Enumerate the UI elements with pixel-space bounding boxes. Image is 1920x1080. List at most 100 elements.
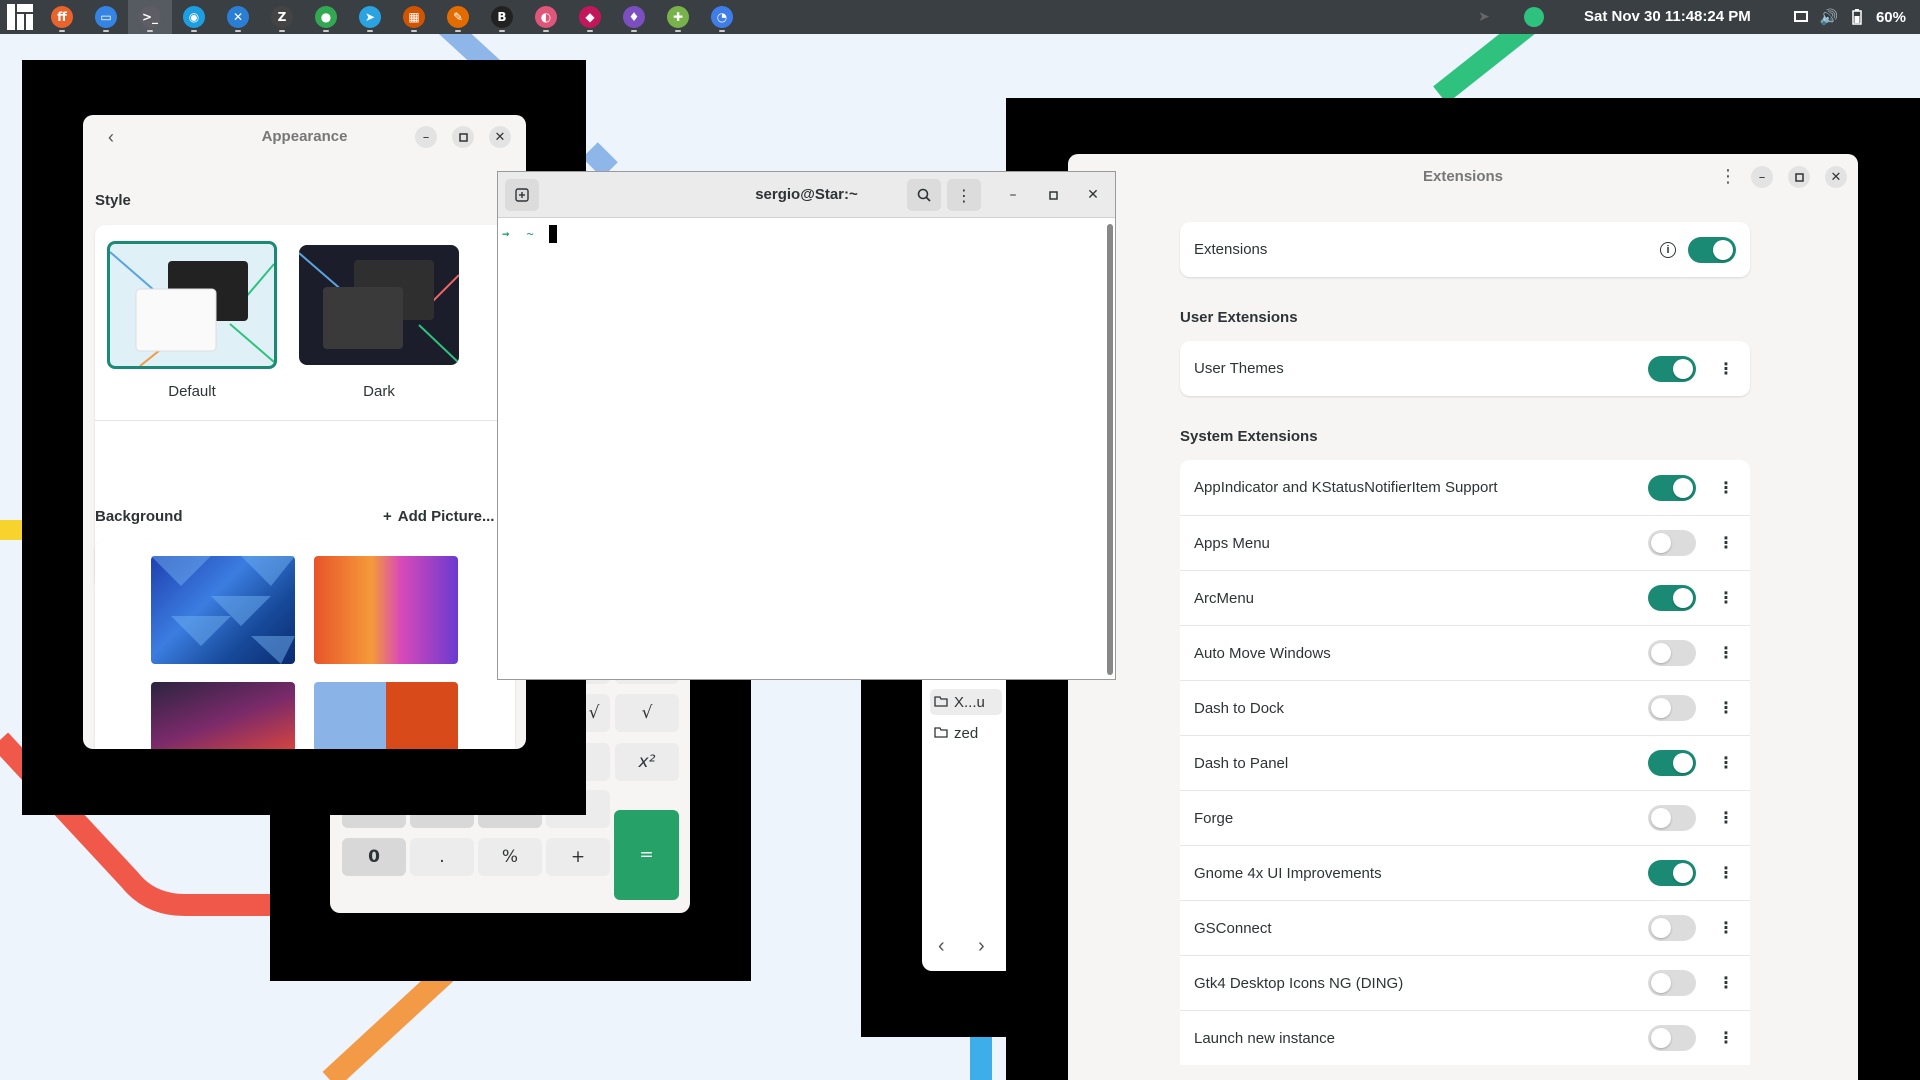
firefox-icon-glyph: ff [51, 6, 73, 28]
background-thumb-gradient[interactable] [314, 556, 458, 664]
extension-toggle[interactable] [1648, 860, 1696, 886]
system-extensions-label: System Extensions [1180, 428, 1318, 445]
send-icon[interactable]: ➤ [1478, 8, 1490, 25]
extension-row: Auto Move Windows ⋮ [1180, 625, 1750, 680]
terminal-icon[interactable]: >_ [128, 0, 172, 34]
toggle-app-icon-glyph: ◔ [711, 6, 733, 28]
maximize-button[interactable] [1042, 184, 1064, 206]
extension-menu-icon[interactable]: ⋮ [1718, 535, 1734, 551]
menu-button[interactable]: ⋮ [1719, 166, 1737, 187]
firefox-icon[interactable]: ff [40, 0, 84, 34]
user-extensions-label: User Extensions [1180, 309, 1298, 326]
postman-icon[interactable]: ✎ [436, 0, 480, 34]
volume-icon[interactable]: 🔊 [1820, 8, 1839, 26]
toggle-knob [1673, 477, 1693, 498]
minimize-button[interactable]: – [1002, 184, 1024, 206]
calc-key-equals[interactable]: = [614, 810, 679, 900]
back-nav-icon[interactable]: ‹ [938, 935, 945, 958]
extension-toggle[interactable] [1648, 695, 1696, 721]
extension-menu-icon[interactable]: ⋮ [1718, 975, 1734, 991]
files-icon[interactable]: ▭ [84, 0, 128, 34]
battery-icon[interactable] [1848, 8, 1866, 26]
background-thumb-blue[interactable] [151, 556, 295, 664]
sidebar-item-folder[interactable]: X...u [930, 689, 1002, 715]
extension-menu-icon[interactable]: ⋮ [1718, 360, 1734, 377]
tray-app-icon[interactable] [1524, 7, 1544, 27]
extension-menu-icon[interactable]: ⋮ [1718, 590, 1734, 606]
forward-nav-icon[interactable]: › [978, 935, 985, 958]
calc-key-0[interactable]: 0 [342, 838, 406, 876]
vscode-icon[interactable]: ✕ [216, 0, 260, 34]
info-icon[interactable]: i [1660, 241, 1676, 258]
extension-toggle[interactable] [1648, 530, 1696, 556]
extension-toggle[interactable] [1648, 750, 1696, 776]
terminal-content[interactable]: → ~ [498, 219, 1105, 679]
calc-key-square[interactable]: x² [615, 743, 679, 781]
toggle-knob [1651, 1028, 1671, 1048]
clock[interactable]: Sat Nov 30 11:48:24 PM [1584, 0, 1751, 34]
style-dark-thumb[interactable] [299, 245, 459, 365]
minimize-button[interactable]: – [1751, 166, 1773, 188]
extension-menu-icon[interactable]: ⋮ [1718, 755, 1734, 771]
extension-toggle[interactable] [1648, 915, 1696, 941]
extension-toggle[interactable] [1648, 355, 1696, 382]
close-button[interactable]: ✕ [489, 126, 511, 148]
extension-label: Gtk4 Desktop Icons NG (DING) [1194, 974, 1404, 992]
extension-menu-icon[interactable]: ⋮ [1718, 479, 1734, 496]
extension-toggle[interactable] [1648, 474, 1696, 501]
dragon-icon[interactable]: ◐ [524, 0, 568, 34]
style-default-thumb[interactable] [107, 241, 277, 369]
extension-row: GSConnect ⋮ [1180, 900, 1750, 955]
obsidian-icon[interactable]: ♦ [612, 0, 656, 34]
manjaro-logo-icon[interactable] [0, 0, 40, 34]
puzzle-icon[interactable]: ✚ [656, 0, 700, 34]
calc-key-plus[interactable]: + [546, 838, 610, 876]
add-picture-button[interactable]: + Add Picture... [383, 508, 494, 525]
terminal-icon-glyph: >_ [139, 6, 161, 28]
extension-toggle[interactable] [1648, 970, 1696, 996]
extension-toggle[interactable] [1648, 585, 1696, 611]
extension-menu-icon[interactable]: ⋮ [1718, 865, 1734, 881]
calc-key-percent[interactable]: % [478, 838, 542, 876]
extension-toggle[interactable] [1648, 1025, 1696, 1051]
minimize-button[interactable]: – [415, 126, 437, 148]
maximize-button[interactable] [1788, 166, 1810, 188]
maximize-button[interactable] [452, 126, 474, 148]
extension-menu-icon[interactable]: ⋮ [1718, 645, 1734, 661]
extension-toggle[interactable] [1648, 640, 1696, 666]
toggle-app-icon[interactable]: ◔ [700, 0, 744, 34]
book-icon[interactable]: B [480, 0, 524, 34]
window-title: Extensions [1422, 168, 1504, 185]
chat-icon[interactable]: ◉ [172, 0, 216, 34]
extension-menu-icon[interactable]: ⋮ [1718, 810, 1734, 826]
telegram-icon[interactable]: ➤ [348, 0, 392, 34]
terminal-headerbar: sergio@Star:~ ⋮ – ✕ [498, 172, 1115, 218]
background-thumb-drips[interactable] [314, 682, 458, 749]
calc-key-decimal[interactable]: . [410, 838, 474, 876]
style-card: Default Dark [95, 225, 515, 590]
search-button[interactable] [907, 179, 941, 211]
extension-label: Dash to Dock [1194, 699, 1285, 717]
style-label: Style [95, 192, 131, 209]
extension-menu-icon[interactable]: ⋮ [1718, 700, 1734, 716]
close-button[interactable]: ✕ [1082, 184, 1104, 206]
close-button[interactable]: ✕ [1825, 166, 1847, 188]
menu-button[interactable]: ⋮ [947, 179, 981, 211]
calc-key-sqrt-main[interactable]: √ [615, 694, 679, 732]
extension-toggle[interactable] [1648, 805, 1696, 831]
background-thumb-waves[interactable] [151, 682, 295, 749]
extension-label: AppIndicator and KStatusNotifierItem Sup… [1194, 479, 1498, 496]
maps-icon[interactable]: ● [304, 0, 348, 34]
extension-menu-icon[interactable]: ⋮ [1718, 920, 1734, 936]
sidebar-item-zed[interactable]: zed [930, 720, 978, 746]
background-label: Background [95, 508, 183, 525]
editor-icon[interactable]: Z [260, 0, 304, 34]
extension-row: Apps Menu ⋮ [1180, 515, 1750, 570]
screen-icon[interactable] [1792, 8, 1810, 26]
extensions-master-toggle[interactable] [1688, 236, 1736, 263]
color-picker-icon[interactable]: ▦ [392, 0, 436, 34]
bookmark-icon[interactable]: ◆ [568, 0, 612, 34]
extension-row: AppIndicator and KStatusNotifierItem Sup… [1180, 460, 1750, 515]
scrollbar[interactable] [1107, 224, 1113, 675]
extension-menu-icon[interactable]: ⋮ [1718, 1030, 1734, 1046]
